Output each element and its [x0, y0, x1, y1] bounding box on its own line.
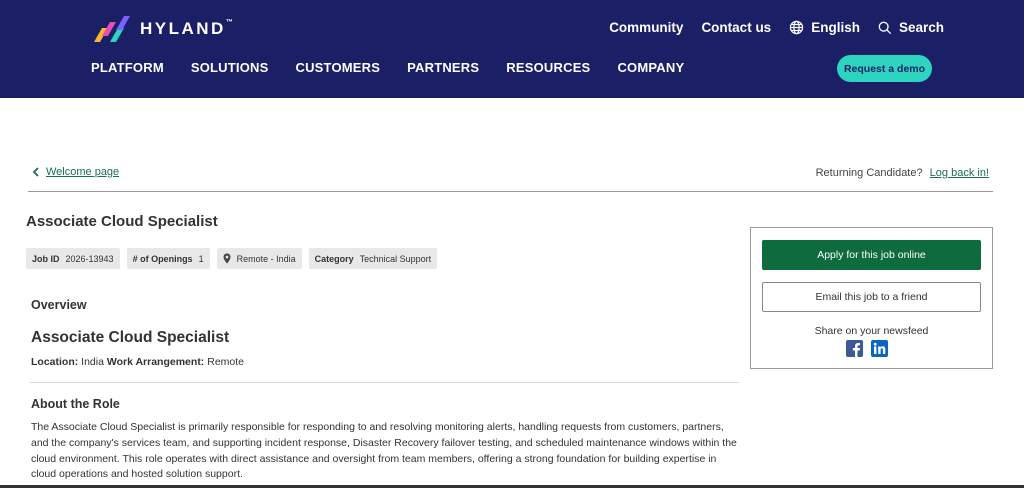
job-title: Associate Cloud Specialist — [26, 213, 218, 230]
role-heading: Associate Cloud Specialist — [31, 329, 230, 346]
location-tag: Remote - India — [216, 248, 302, 269]
nav-item-partners[interactable]: PARTNERS — [407, 60, 479, 75]
category-key: Category — [314, 253, 354, 264]
location-key: Location: — [31, 356, 79, 368]
openings-key: # of Openings — [132, 253, 193, 264]
openings-value: 1 — [198, 253, 204, 264]
community-label: Community — [609, 20, 684, 35]
facebook-icon[interactable] — [846, 340, 863, 357]
globe-icon — [790, 20, 804, 35]
apply-panel: Apply for this job online Email this job… — [750, 227, 993, 369]
job-id-value: 2026-13943 — [65, 253, 114, 264]
map-pin-icon — [223, 253, 231, 264]
returning-candidate: Returning Candidate? Log back in! — [816, 167, 989, 179]
hyland-logo-icon — [94, 16, 130, 42]
location-value: Remote - India — [236, 253, 296, 264]
nav-item-solutions[interactable]: SOLUTIONS — [191, 60, 269, 75]
arrangement-text: Remote — [207, 356, 244, 368]
contact-label: Contact us — [701, 20, 772, 35]
section-divider — [30, 382, 739, 383]
brand-name: HYLAND — [140, 19, 226, 38]
job-tags: Job ID 2026-13943 # of Openings 1 Remote… — [26, 248, 444, 269]
community-link[interactable]: Community — [609, 20, 683, 35]
location-text: India — [81, 356, 104, 368]
job-id-key: Job ID — [32, 253, 60, 264]
category-tag: Category Technical Support — [308, 248, 438, 269]
location-line: Location: India Work Arrangement: Remote — [31, 356, 244, 368]
about-paragraph: The Associate Cloud Specialist is primar… — [31, 421, 737, 481]
request-demo-button[interactable]: Request a demo — [837, 55, 932, 82]
nav-item-customers[interactable]: CUSTOMERS — [296, 60, 381, 75]
email-job-button[interactable]: Email this job to a friend — [762, 282, 981, 312]
category-value: Technical Support — [359, 253, 432, 264]
log-back-in-link[interactable]: Log back in! — [930, 167, 989, 179]
nav-item-platform[interactable]: PLATFORM — [91, 60, 164, 75]
apply-online-button[interactable]: Apply for this job online — [762, 240, 981, 270]
brand-trademark: ™ — [225, 19, 233, 26]
language-label: English — [811, 20, 860, 35]
search-icon — [878, 21, 892, 34]
arrangement-key: Work Arrangement: — [106, 356, 205, 368]
language-selector[interactable]: English — [789, 20, 860, 35]
openings-tag: # of Openings 1 — [126, 248, 210, 269]
search-label: Search — [898, 20, 944, 35]
about-heading: About the Role — [31, 397, 120, 411]
linkedin-icon[interactable] — [871, 340, 888, 357]
hyland-logo[interactable]: HYLAND™ — [92, 14, 233, 44]
main-nav: PLATFORM SOLUTIONS CUSTOMERS PARTNERS RE… — [91, 60, 711, 75]
share-label: Share on your newsfeed — [814, 325, 929, 337]
contact-link[interactable]: Contact us — [701, 20, 771, 35]
header-divider — [28, 191, 993, 192]
utility-nav: Community Contact us English Search — [591, 20, 944, 35]
social-share — [846, 340, 896, 357]
welcome-page-label: Welcome page — [46, 166, 120, 178]
nav-item-resources[interactable]: RESOURCES — [506, 60, 590, 75]
site-header: HYLAND™ Community Contact us English Sea… — [0, 0, 1024, 98]
chevron-left-icon — [32, 167, 39, 177]
job-id-tag: Job ID 2026-13943 — [26, 248, 120, 269]
overview-heading: Overview — [31, 298, 87, 312]
welcome-page-link[interactable]: Welcome page — [32, 166, 119, 178]
returning-candidate-text: Returning Candidate? — [815, 167, 923, 179]
nav-item-company[interactable]: COMPANY — [617, 60, 684, 75]
search-link[interactable]: Search — [878, 20, 944, 35]
